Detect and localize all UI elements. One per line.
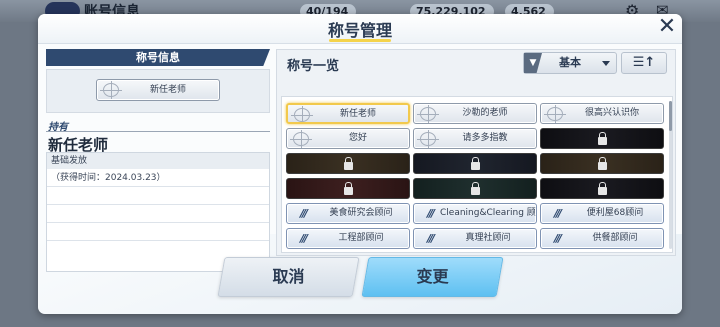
scrollbar-thumb[interactable] — [669, 101, 672, 131]
title-list-panel: 称号一览 ▼ 基本 ☰↑ 新任老师 沙勒的老师 很高兴认识你 您好 请多多指教///美食… — [276, 49, 676, 256]
title-badge[interactable]: ///美食研究会顾问 — [286, 203, 410, 224]
current-title-preview: 新任老师 — [46, 69, 270, 113]
title-badge[interactable] — [540, 128, 664, 149]
title-badge[interactable]: 沙勒的老师 — [413, 103, 537, 124]
title-list-heading: 称号一览 — [287, 59, 340, 74]
title-badge[interactable] — [286, 178, 410, 199]
title-badge-label: 真理社顾问 — [465, 233, 511, 243]
title-badge-label: 工程部顾问 — [338, 233, 384, 243]
modal-title: 称号管理 — [327, 21, 392, 40]
close-icon[interactable]: ✕ — [656, 16, 678, 40]
filter-dropdown[interactable]: ▼ 基本 — [523, 52, 617, 74]
lock-icon — [598, 131, 607, 145]
title-badge[interactable] — [540, 153, 664, 174]
crest-icon — [290, 130, 312, 148]
crest-icon — [291, 106, 313, 122]
lock-icon — [471, 181, 480, 195]
title-badge-label: Cleaning&Clearing 顾问 — [440, 208, 537, 218]
title-badge[interactable] — [286, 153, 410, 174]
filter-dropdown-label: 基本 — [559, 56, 581, 69]
chevron-down-icon — [602, 61, 610, 66]
title-badge-label: 便利屋68顾问 — [586, 208, 644, 218]
divider — [46, 131, 270, 132]
title-badge[interactable]: /// 供餐部顾问 — [540, 228, 664, 249]
title-badge-label: 很高兴认识你 — [584, 108, 639, 118]
change-button-label: 变更 — [416, 267, 449, 286]
lock-icon — [598, 156, 607, 170]
title-badge[interactable]: 请多多指教 — [413, 128, 537, 149]
stripe-icon: /// — [299, 232, 308, 245]
description-row — [47, 206, 269, 223]
crest-icon — [100, 81, 122, 99]
title-info-panel: 称号信息 新任老师 持有 新任老师 基础发放 （获得时间：2024.03.23） — [46, 49, 270, 272]
crest-icon — [544, 105, 566, 123]
cancel-button[interactable]: 取消 — [217, 257, 360, 297]
lock-icon — [344, 156, 353, 170]
modal-header: 称号管理 ✕ — [38, 14, 682, 44]
current-title-badge: 新任老师 — [96, 79, 220, 101]
description-row — [47, 188, 269, 205]
title-description-box: 基础发放 （获得时间：2024.03.23） — [46, 152, 270, 272]
description-row: （获得时间：2024.03.23） — [47, 170, 269, 187]
title-badge-label: 您好 — [348, 133, 367, 143]
crest-icon — [417, 105, 439, 123]
crest-icon — [417, 130, 439, 148]
stripe-icon: /// — [553, 232, 562, 245]
sort-button[interactable]: ☰↑ — [621, 52, 667, 74]
title-badge[interactable]: ///便利屋68顾问 — [540, 203, 664, 224]
title-management-modal: 称号管理 ✕ 称号信息 新任老师 持有 新任老师 基础发放 （获得时间：2024… — [38, 14, 682, 314]
description-header: 基础发放 — [47, 153, 269, 169]
title-info-header: 称号信息 — [46, 49, 270, 66]
current-title-badge-label: 新任老师 — [149, 85, 186, 95]
change-button[interactable]: 变更 — [361, 257, 504, 297]
title-badge[interactable]: 很高兴认识你 — [540, 103, 664, 124]
title-badge-label: 沙勒的老师 — [462, 108, 508, 118]
cancel-button-label: 取消 — [272, 267, 305, 286]
title-badge[interactable]: /// 工程部顾问 — [286, 228, 410, 249]
title-badge-label: 新任老师 — [339, 109, 376, 119]
title-badge[interactable]: 您好 — [286, 128, 410, 149]
description-row — [47, 224, 269, 241]
title-badge-label: 请多多指教 — [462, 133, 508, 143]
title-underline — [329, 39, 391, 42]
lock-icon — [598, 181, 607, 195]
sort-icon: ☰↑ — [632, 55, 656, 70]
lock-icon — [471, 156, 480, 170]
title-badge[interactable]: /// 真理社顾问 — [413, 228, 537, 249]
filter-icon: ▼ — [524, 53, 542, 73]
stripe-icon: /// — [426, 232, 435, 245]
title-badge[interactable]: ///Cleaning&Clearing 顾问 — [413, 203, 537, 224]
title-badge[interactable]: 新任老师 — [286, 103, 410, 124]
title-badge-label: 供餐部顾问 — [592, 233, 638, 243]
title-badge[interactable] — [413, 153, 537, 174]
title-badge[interactable] — [540, 178, 664, 199]
title-badge[interactable] — [413, 178, 537, 199]
title-badge-label: 美食研究会顾问 — [329, 208, 393, 218]
lock-icon — [344, 181, 353, 195]
title-grid: 新任老师 沙勒的老师 很高兴认识你 您好 请多多指教///美食研究会顾问///Clean… — [281, 96, 673, 253]
